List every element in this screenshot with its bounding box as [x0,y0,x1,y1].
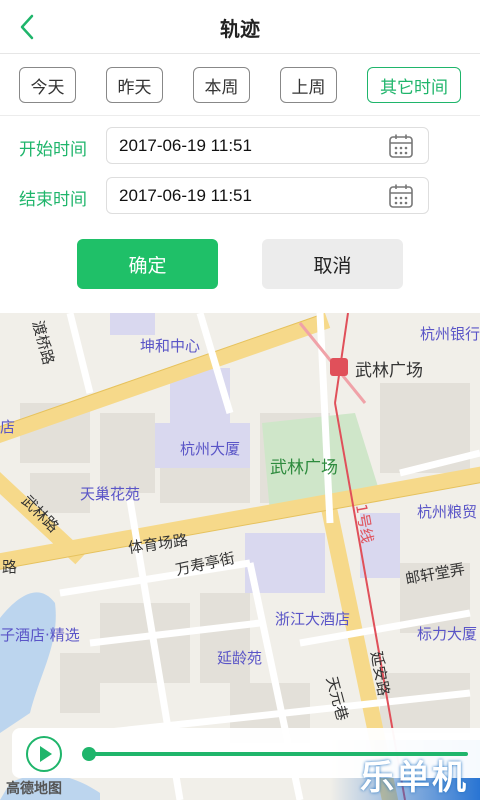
play-icon[interactable] [26,736,62,772]
progress-handle[interactable] [82,747,96,761]
start-time-field[interactable]: 2017-06-19 11:51 [106,127,429,164]
track-page: 轨迹 今天 昨天 本周 上周 其它时间 开始时间 2017-06-19 11:5… [0,0,480,800]
cancel-button[interactable]: 取消 [262,239,403,289]
tab-yesterday[interactable]: 昨天 [106,67,163,103]
calendar-icon[interactable] [388,133,414,159]
poi-label[interactable]: 天巢花苑 [80,483,140,504]
start-time-value: 2017-06-19 11:51 [119,136,252,155]
calendar-icon[interactable] [388,183,414,209]
end-time-value: 2017-06-19 11:51 [119,186,252,205]
watermark: 乐单机 [360,758,468,798]
tab-last-week[interactable]: 上周 [280,67,337,103]
park-label[interactable]: 武林广场 [270,453,338,478]
metro-icon[interactable] [330,358,348,376]
time-filter-tabs: 今天 昨天 本周 上周 其它时间 [0,54,480,116]
poi-label[interactable]: 子酒店·精选 [0,624,80,645]
end-time-field[interactable]: 2017-06-19 11:51 [106,177,429,214]
poi-label[interactable]: 延龄苑 [217,647,262,668]
map-background [0,313,480,800]
page-title: 轨迹 [220,17,260,41]
poi-label[interactable]: 杭州粮贸 [417,501,477,522]
poi-label[interactable]: 杭州大厦 [180,438,240,459]
poi-label[interactable]: 杭州银行 [420,323,480,344]
end-time-label: 结束时间 [19,190,87,210]
tab-today[interactable]: 今天 [19,67,76,103]
poi-label[interactable]: 浙江大酒店 [275,608,350,629]
tab-this-week[interactable]: 本周 [193,67,250,103]
poi-label[interactable]: 坤和中心 [140,335,200,356]
header: 轨迹 [0,0,480,54]
poi-label[interactable]: 标力大厦 [417,623,477,644]
street-label: 路 [2,558,18,576]
tab-other-time[interactable]: 其它时间 [367,67,461,103]
metro-station-label[interactable]: 武林广场 [355,356,423,381]
map-logo: 高德地图 [6,781,62,797]
confirm-button[interactable]: 确定 [77,239,218,289]
start-time-label: 开始时间 [19,140,87,160]
poi-label[interactable]: 店 [0,416,15,437]
map-view[interactable]: 坤和中心 杭州银行 杭州大厦 天巢花苑 杭州粮贸 浙江大酒店 标力大厦 延龄苑 … [0,313,480,800]
